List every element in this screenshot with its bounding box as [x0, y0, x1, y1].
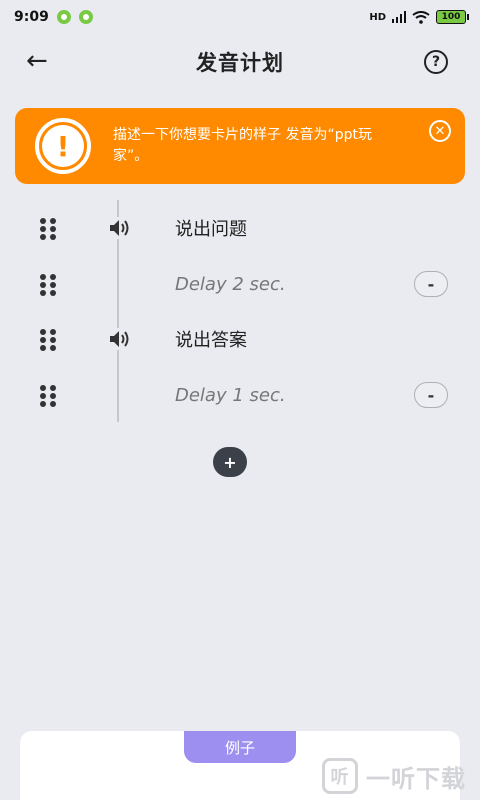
drag-handle-icon[interactable]: [40, 274, 58, 296]
help-icon[interactable]: ?: [424, 50, 448, 74]
step-row-speak-question: 说出问题: [0, 208, 480, 248]
status-bar: 9:09 HD 100: [0, 0, 480, 34]
watermark: 听 一听下载: [322, 756, 466, 796]
drag-handle-icon[interactable]: [40, 218, 58, 240]
signal-hd-label: HD: [369, 11, 386, 23]
watermark-text: 一听下载: [366, 764, 466, 793]
page-title: 发音计划: [196, 51, 284, 75]
step-row-delay-1: Delay 1 sec. -: [0, 375, 480, 415]
close-icon[interactable]: ✕: [429, 120, 451, 142]
banner-text: 描述一下你想要卡片的样子 发音为“ppt玩家”。: [113, 127, 372, 164]
alert-icon: !: [35, 118, 91, 174]
step-row-delay-2: Delay 2 sec. -: [0, 264, 480, 304]
step-row-speak-answer: 说出答案: [0, 319, 480, 359]
drag-handle-icon[interactable]: [40, 385, 58, 407]
speaker-icon[interactable]: [108, 328, 132, 350]
delay-label[interactable]: Delay 1 sec.: [175, 385, 286, 406]
drag-handle-icon[interactable]: [40, 329, 58, 351]
speaker-icon[interactable]: [108, 217, 132, 239]
remove-step-button[interactable]: -: [414, 382, 448, 408]
remove-step-button[interactable]: -: [414, 271, 448, 297]
header: ← 发音计划 ?: [0, 36, 480, 88]
alert-icon-glyph: !: [42, 125, 84, 167]
notification-icon-2: [78, 10, 93, 24]
step-label: 说出答案: [175, 330, 247, 351]
back-arrow-icon[interactable]: ←: [26, 48, 62, 76]
notification-icon: [56, 10, 71, 24]
add-step-button[interactable]: +: [213, 447, 247, 477]
step-label: 说出问题: [175, 219, 247, 240]
battery-icon: 100: [436, 10, 469, 24]
watermark-logo-icon: 听: [322, 758, 358, 794]
info-banner: ! 描述一下你想要卡片的样子 发音为“ppt玩家”。 ✕: [15, 108, 465, 184]
wifi-icon: [412, 10, 430, 24]
status-time: 9:09: [14, 9, 49, 25]
delay-label[interactable]: Delay 2 sec.: [175, 274, 286, 295]
signal-icon: [392, 11, 406, 23]
example-tab[interactable]: 例子: [184, 731, 296, 763]
